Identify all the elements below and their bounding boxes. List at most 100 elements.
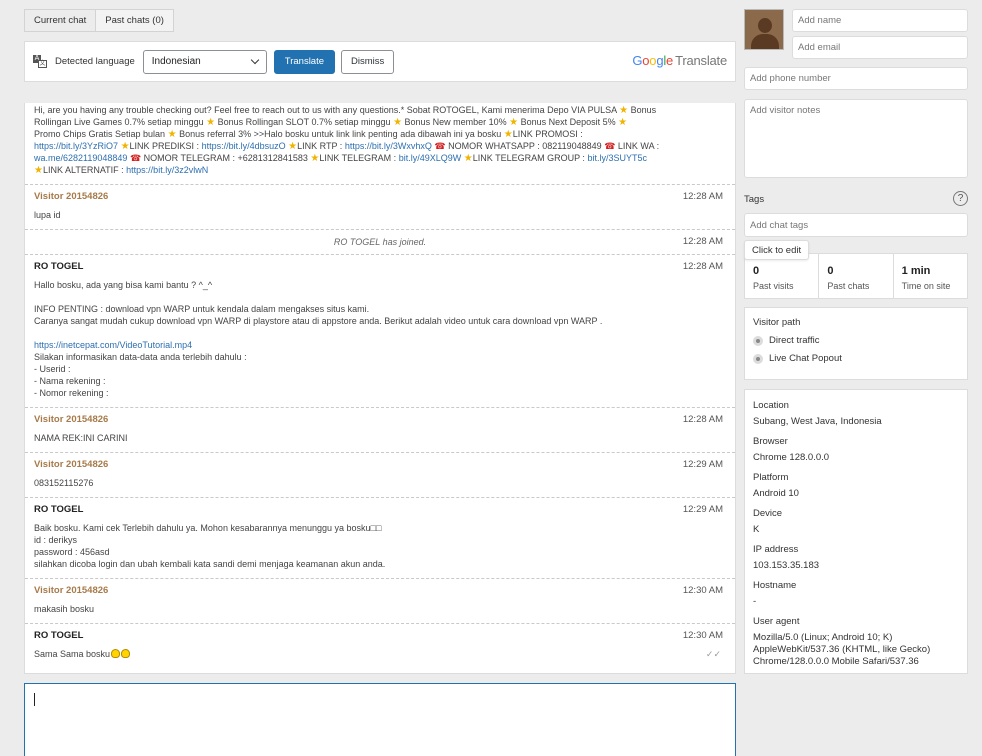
visitor-path-panel: Visitor path Direct traffic Live Chat Po…	[744, 307, 968, 380]
system-message: RO TOGEL has joined. 12:28 AM	[25, 230, 735, 255]
chat-message: Visitor 20154826 12:28 AM lupa id	[25, 185, 735, 230]
info-value: Subang, West Java, Indonesia	[753, 416, 882, 427]
message-time: 12:28 AM	[682, 236, 723, 247]
chat-message: RO TOGEL 12:30 AM Sama Sama bosku ✓✓	[25, 624, 735, 668]
message-time: 12:29 AM	[682, 459, 723, 470]
star-icon: ★	[34, 165, 43, 176]
star-icon: ★	[167, 129, 177, 140]
message-body: Sama Sama bosku	[34, 648, 726, 660]
message-time: 12:29 AM	[682, 504, 723, 515]
chat-panel: Current chat Past chats (0) A文 Detected …	[24, 0, 736, 756]
info-label: Hostname	[753, 580, 797, 591]
message-body: Hallo bosku, ada yang bisa kami bantu ? …	[34, 280, 603, 398]
star-icon: ★	[503, 129, 513, 140]
chat-tabs: Current chat Past chats (0)	[24, 9, 174, 32]
path-dot-icon	[753, 353, 763, 364]
link-telegram[interactable]: bit.ly/49XLQ9W	[399, 153, 462, 163]
language-select-value: Indonesian	[151, 56, 201, 67]
tab-past-chats[interactable]: Past chats (0)	[96, 10, 173, 31]
translate-icon: A文	[33, 55, 47, 68]
link-promosi[interactable]: https://bit.ly/3YzRiO7	[34, 141, 118, 151]
link-wa[interactable]: wa.me/6282119048849	[34, 153, 127, 163]
path-item: Direct traffic	[753, 335, 959, 346]
heart-icon	[121, 649, 131, 658]
link-alternatif[interactable]: https://bit.ly/3z2vlwN	[126, 165, 208, 175]
message-time: 12:28 AM	[682, 261, 723, 272]
info-label: Location	[753, 400, 789, 411]
phone-icon: ☎	[129, 153, 142, 163]
chat-message: Visitor 20154826 12:28 AM NAMA REK:INI C…	[25, 408, 735, 453]
path-item: Live Chat Popout	[753, 353, 959, 364]
message-author: RO TOGEL	[34, 630, 84, 641]
heart-icon	[111, 649, 121, 658]
stat-time-on-site: 1 min Time on site	[901, 265, 951, 291]
help-icon[interactable]: ?	[953, 191, 968, 206]
language-select[interactable]: Indonesian	[142, 49, 267, 74]
star-icon: ★	[509, 117, 519, 128]
visitor-notes-input[interactable]: Add visitor notes	[744, 99, 968, 178]
path-dot-icon	[753, 335, 763, 346]
info-value: -	[753, 596, 757, 607]
scrollbar-track[interactable]	[737, 0, 740, 756]
phone-icon: ☎	[434, 141, 446, 151]
star-icon: ★	[463, 153, 473, 164]
info-value: Android 10	[753, 488, 799, 499]
message-body: Hi, are you having any trouble checking …	[34, 105, 660, 176]
chat-tags-input[interactable]: Add chat tags	[744, 213, 968, 237]
chat-message: RO TOGEL 12:28 AM Hallo bosku, ada yang …	[25, 255, 735, 408]
translate-bar: A文 Detected language Indonesian Translat…	[24, 41, 736, 82]
dismiss-button[interactable]: Dismiss	[341, 49, 395, 74]
info-label: IP address	[753, 544, 799, 555]
read-check-icon: ✓✓	[705, 649, 721, 659]
link-telegram-group[interactable]: bit.ly/3SUYT5c	[587, 153, 647, 163]
star-icon: ★	[206, 117, 216, 128]
info-label: Platform	[753, 472, 789, 483]
info-label: Device	[753, 508, 783, 519]
text-caret	[34, 693, 35, 706]
message-author: Visitor 20154826	[34, 191, 109, 202]
star-icon: ★	[310, 153, 320, 164]
avatar	[744, 9, 784, 50]
stat-past-chats: 0 Past chats	[819, 254, 894, 298]
message-author: Visitor 20154826	[34, 459, 109, 470]
star-icon: ★	[120, 141, 130, 152]
info-label: Browser	[753, 436, 788, 447]
google-translate-logo: Google Translate	[632, 53, 727, 68]
visitor-name-input[interactable]: Add name	[792, 9, 968, 32]
link-rtp[interactable]: https://bit.ly/3WxvhxQ	[345, 141, 432, 151]
info-label: User agent	[753, 616, 800, 627]
visitor-email-input[interactable]: Add email	[792, 36, 968, 59]
visitor-phone-input[interactable]: Add phone number	[744, 67, 968, 90]
translate-button[interactable]: Translate	[273, 49, 336, 74]
visitor-info-panel: Location Subang, West Java, Indonesia Br…	[744, 389, 968, 674]
message-time: 12:28 AM	[682, 414, 723, 425]
chat-message: Visitor 20154826 12:29 AM 083152115276	[25, 453, 735, 498]
visitor-path-title: Visitor path	[753, 317, 801, 328]
link-prediksi[interactable]: https://bit.ly/4dbsuzO	[202, 141, 286, 151]
message-author: Visitor 20154826	[34, 414, 109, 425]
message-author: RO TOGEL	[34, 504, 84, 515]
click-to-edit-tooltip: Click to edit	[744, 240, 810, 260]
message-body: makasih bosku	[34, 604, 95, 614]
message-time: 12:28 AM	[682, 191, 723, 202]
info-value: 103.153.35.183	[753, 560, 820, 571]
star-icon: ★	[393, 117, 403, 128]
message-body: lupa id	[34, 210, 61, 220]
detected-language-label: Detected language	[55, 56, 135, 67]
message-author: Visitor 20154826	[34, 585, 109, 596]
chat-message: RO TOGEL 12:29 AM Baik bosku. Kami cek T…	[25, 498, 735, 579]
message-time: 12:30 AM	[682, 585, 723, 596]
message-time: 12:30 AM	[682, 630, 723, 641]
phone-icon: ☎	[604, 141, 616, 151]
message-input[interactable]	[24, 683, 736, 756]
message-body: 083152115276	[34, 478, 94, 488]
message-body: Baik bosku. Kami cek Terlebih dahulu ya.…	[34, 523, 386, 569]
chat-log[interactable]: Hi, are you having any trouble checking …	[24, 103, 736, 674]
info-value: Chrome 128.0.0.0	[753, 452, 830, 463]
tab-current-chat[interactable]: Current chat	[25, 10, 97, 31]
message-body: NAMA REK:INI CARINI	[34, 433, 128, 443]
video-tutorial-link[interactable]: https://inetcepat.com/VideoTutorial.mp4	[34, 340, 192, 350]
star-icon: ★	[288, 141, 298, 152]
star-icon: ★	[618, 117, 628, 128]
star-icon: ★	[619, 105, 629, 116]
